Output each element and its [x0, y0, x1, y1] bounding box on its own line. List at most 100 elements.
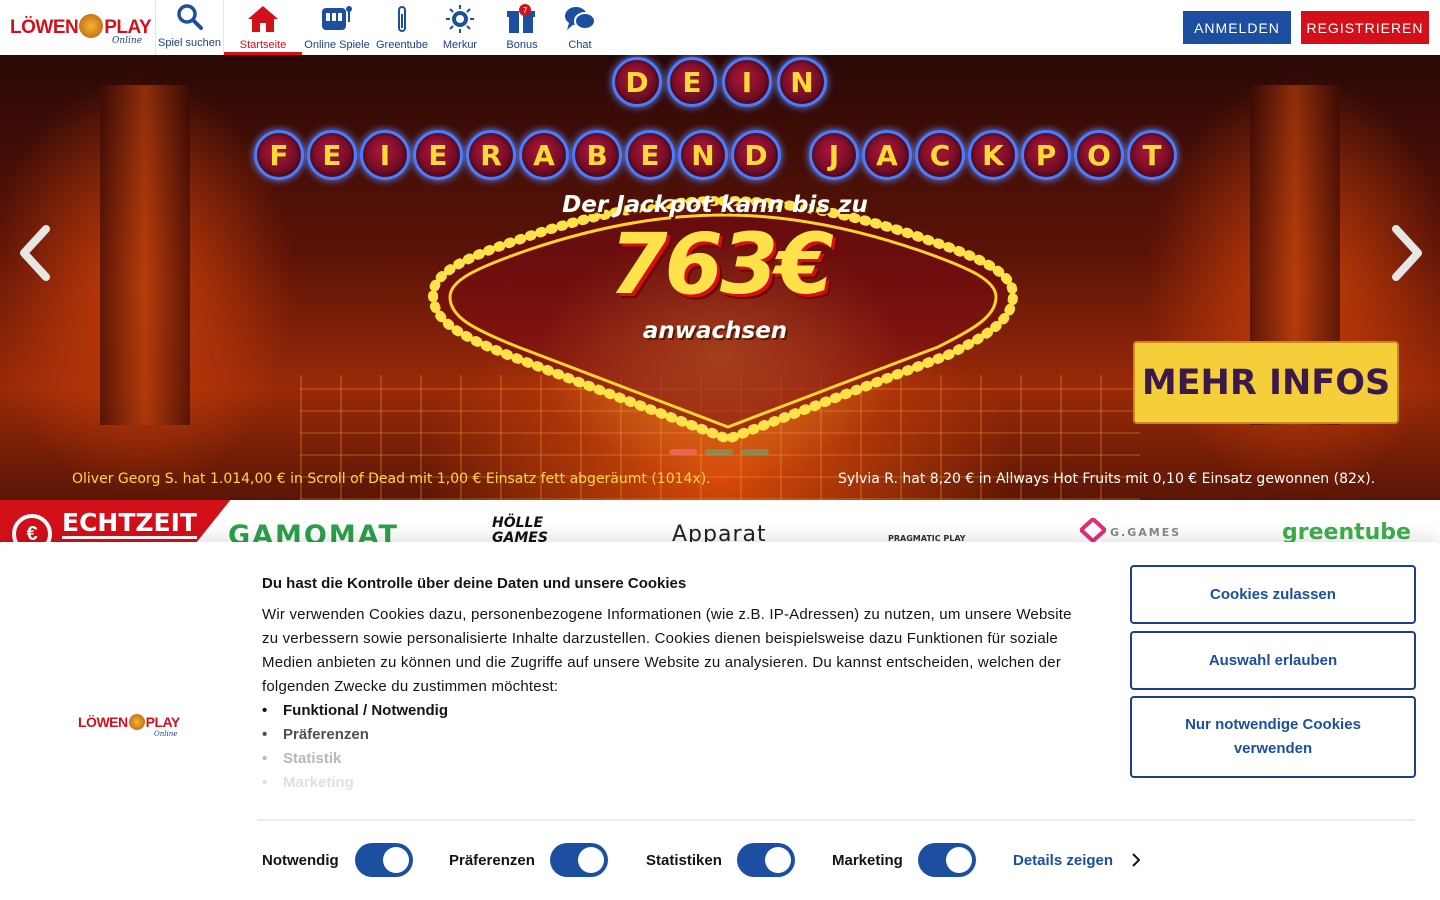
headline-letter-ball: J — [809, 130, 859, 180]
slot-machine-icon — [320, 3, 354, 35]
cookie-divider — [257, 819, 1415, 821]
headline-letter-ball: F — [254, 130, 304, 180]
provider-gamomat[interactable]: GAMOMAT — [228, 520, 399, 542]
nav-online-spiele[interactable]: Online Spiele — [302, 0, 372, 55]
cookie-title: Du hast die Kontrolle über deine Daten u… — [262, 575, 687, 592]
toggle-marketing[interactable] — [918, 843, 976, 877]
purpose-item: Statistik — [262, 747, 448, 771]
allow-selection-button[interactable]: Auswahl erlauben — [1130, 631, 1416, 690]
toggle-knob — [765, 847, 791, 873]
winner-ticker-left: Oliver Georg S. hat 1.014,00 € in Scroll… — [72, 471, 711, 487]
headline-word-gap — [784, 130, 806, 180]
headline-letter-ball: O — [1074, 130, 1124, 180]
provider-pragmatic-play[interactable]: PRAGMATIC PLAY — [888, 534, 966, 542]
headline-letter-ball: E — [667, 57, 717, 107]
top-header: LÖWEN PLAY Online Spiel suchen Startseite… — [0, 0, 1440, 55]
necessary-only-button[interactable]: Nur notwendige Cookies verwenden — [1130, 696, 1416, 778]
nav-online-spiele-label: Online Spiele — [304, 39, 370, 51]
g-games-icon — [1080, 518, 1106, 542]
toggle-knob — [578, 847, 604, 873]
provider-g-games[interactable]: G.GAMES — [1080, 518, 1181, 542]
cookie-consent-banner: LÖWEN PLAY Online Du hast die Kontrolle ü… — [0, 542, 1440, 900]
logo-subtitle: Online — [112, 36, 143, 46]
toggle-label-notwendig: Notwendig — [262, 852, 339, 869]
nav-chat-label: Chat — [568, 39, 592, 51]
cookie-logo-subtitle: Online — [154, 730, 178, 738]
login-button[interactable]: ANMELDEN — [1183, 11, 1291, 44]
purpose-item: Marketing — [262, 771, 448, 795]
headline-letter-ball: T — [1127, 130, 1177, 180]
headline-letter-ball: C — [915, 130, 965, 180]
toggle-praeferenzen[interactable] — [550, 843, 608, 877]
toggle-label-praeferenzen: Präferenzen — [449, 852, 535, 869]
merkur-sun-icon — [445, 3, 475, 35]
lion-icon — [128, 714, 145, 731]
toggle-statistiken[interactable] — [737, 843, 795, 877]
nav-bonus-label: Bonus — [506, 39, 538, 51]
purpose-item: Funktional / Notwendig — [262, 699, 448, 723]
provider-greentube[interactable]: greentube — [1282, 520, 1411, 542]
slider-next-arrow[interactable] — [1388, 223, 1428, 283]
nav-startseite-label: Startseite — [239, 39, 287, 51]
slider-dots — [669, 449, 769, 455]
headline-letter-ball: D — [612, 57, 662, 107]
slider-dot[interactable] — [741, 449, 769, 455]
headline-feierabend-jackpot: FEIERABENDJACKPOT — [254, 130, 1177, 180]
allow-all-cookies-button[interactable]: Cookies zulassen — [1130, 565, 1416, 624]
toggle-notwendig[interactable] — [355, 843, 413, 877]
headline-letter-ball: E — [413, 130, 463, 180]
toggle-label-statistiken: Statistiken — [646, 852, 722, 869]
headline-letter-ball: A — [862, 130, 912, 180]
register-button[interactable]: REGISTRIEREN — [1301, 11, 1429, 44]
slider-dot[interactable] — [705, 449, 733, 455]
lion-icon — [79, 13, 104, 38]
chat-icon — [563, 3, 597, 35]
chevron-left-icon — [20, 225, 50, 281]
nav-bonus[interactable]: 7 Bonus — [488, 0, 556, 55]
home-icon — [246, 3, 280, 35]
headline-letter-ball: B — [572, 130, 622, 180]
provider-hoelle-games[interactable]: HÖLLE GAMES — [492, 516, 548, 543]
chevron-right-icon — [1392, 225, 1422, 281]
echtzeit-label: ECHTZEIT — [62, 508, 197, 539]
nav-greentube[interactable]: Greentube — [372, 0, 432, 55]
nav-greentube-label: Greentube — [376, 39, 428, 51]
toggle-label-marketing: Marketing — [832, 852, 903, 869]
hero-banner[interactable]: DEIN FEIERABENDJACKPOT Der Jackpot kann … — [0, 55, 1440, 500]
purpose-item: Präferenzen — [262, 723, 448, 747]
headline-letter-ball: N — [777, 57, 827, 107]
headline-letter-ball: K — [968, 130, 1018, 180]
gift-icon: 7 — [505, 3, 539, 35]
euro-icon: € — [12, 514, 52, 542]
toggle-knob — [946, 847, 972, 873]
nav-startseite[interactable]: Startseite — [224, 0, 302, 55]
main-nav: Spiel suchen Startseite Online Spiele Gr… — [156, 0, 604, 55]
slider-dot[interactable] — [669, 449, 697, 455]
toggle-knob — [383, 847, 409, 873]
nav-merkur-label: Merkur — [442, 39, 478, 51]
more-info-button[interactable]: MEHR INFOS — [1133, 341, 1399, 424]
headline-dein: DEIN — [612, 57, 827, 107]
provider-apparat[interactable]: Apparat — [672, 522, 767, 542]
cookie-description: Wir verwenden Cookies dazu, personenbezo… — [262, 606, 1072, 695]
nav-chat[interactable]: Chat — [556, 0, 604, 55]
headline-letter-ball: E — [625, 130, 675, 180]
site-logo[interactable]: LÖWEN PLAY Online — [0, 0, 156, 55]
svg-text:7: 7 — [522, 6, 527, 15]
chevron-right-icon[interactable] — [1130, 852, 1142, 868]
cookie-purpose-list: Funktional / Notwendig Präferenzen Stati… — [262, 699, 448, 795]
nav-search[interactable]: Spiel suchen — [156, 0, 224, 55]
nav-search-label: Spiel suchen — [158, 37, 221, 49]
headline-letter-ball: A — [519, 130, 569, 180]
slider-prev-arrow[interactable] — [14, 223, 54, 283]
winner-ticker-right: Sylvia R. hat 8,20 € in Allways Hot Frui… — [838, 471, 1376, 487]
headline-letter-ball: D — [731, 130, 781, 180]
nav-merkur[interactable]: Merkur — [432, 0, 488, 55]
cookie-logo: LÖWEN PLAY — [78, 714, 180, 731]
headline-letter-ball: N — [678, 130, 728, 180]
headline-letter-ball: I — [722, 57, 772, 107]
headline-letter-ball: E — [307, 130, 357, 180]
headline-letter-ball: I — [360, 130, 410, 180]
echtzeit-badge[interactable]: € ECHTZEIT — [0, 500, 231, 542]
details-link[interactable]: Details zeigen — [1013, 852, 1113, 869]
